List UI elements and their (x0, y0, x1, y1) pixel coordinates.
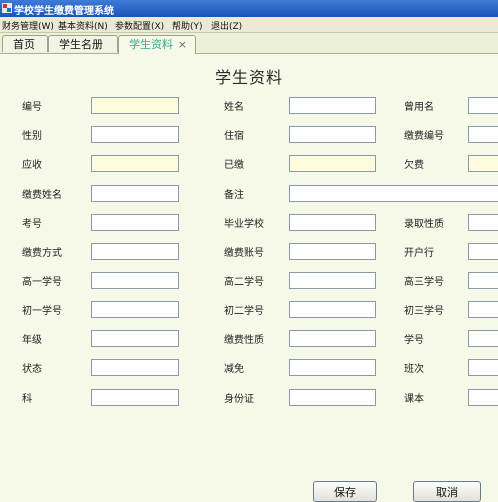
payment-no-field[interactable] (468, 126, 498, 143)
reduction-field[interactable] (289, 359, 376, 376)
id-card-field[interactable] (289, 389, 376, 406)
close-icon[interactable]: × (178, 36, 187, 53)
menu-exit[interactable]: 退出(Z) (211, 19, 242, 32)
cancel-button[interactable]: 取消 (413, 481, 481, 502)
title-bar: 学校学生缴费管理系统 (0, 0, 498, 17)
tab-home[interactable]: 首页 (2, 35, 48, 52)
label-g8-no: 初二学号 (224, 306, 264, 317)
menu-finance[interactable]: 财务管理(W) (2, 19, 54, 32)
subject-field[interactable] (91, 389, 179, 406)
label-lodging: 住宿 (224, 131, 244, 142)
tab-student-roster[interactable]: 学生名册 (48, 35, 118, 52)
label-former-name: 曾用名 (404, 102, 434, 113)
gender-field[interactable] (91, 126, 179, 143)
payment-account-field[interactable] (289, 243, 376, 260)
payer-name-field[interactable] (91, 185, 179, 202)
menu-basic-info[interactable]: 基本资料(N) (58, 19, 108, 32)
label-arrears: 欠费 (404, 160, 424, 171)
label-g7-no: 初一学号 (22, 306, 62, 317)
label-receivable: 应收 (22, 160, 42, 171)
window-title: 学校学生缴费管理系统 (14, 6, 114, 17)
remark-field[interactable] (289, 185, 498, 202)
menu-config[interactable]: 参数配置(X) (115, 19, 164, 32)
g8-no-field[interactable] (289, 301, 376, 318)
tab-student-info[interactable]: 学生资料 × (118, 35, 196, 54)
label-payment-method: 缴费方式 (22, 248, 62, 259)
label-g12-no: 高三学号 (404, 277, 444, 288)
bank-field[interactable] (468, 243, 498, 260)
payment-method-field[interactable] (91, 243, 179, 260)
label-paid: 已缴 (224, 160, 244, 171)
label-id-card: 身份证 (224, 394, 254, 405)
label-payer-name: 缴费姓名 (22, 190, 62, 201)
label-payment-no: 缴费编号 (404, 131, 444, 142)
label-g10-no: 高一学号 (22, 277, 62, 288)
label-exam-no: 考号 (22, 219, 42, 230)
label-g9-no: 初三学号 (404, 306, 444, 317)
app-icon (2, 3, 12, 13)
menu-bar: 财务管理(W) 基本资料(N) 参数配置(X) 帮助(Y) 退出(Z) (0, 17, 498, 33)
tab-bar: 首页 学生名册 学生资料 × (0, 33, 498, 54)
label-admission-type: 录取性质 (404, 219, 444, 230)
tab-student-roster-label: 学生名册 (59, 38, 103, 51)
label-graduated-school: 毕业学校 (224, 219, 264, 230)
lodging-field[interactable] (289, 126, 376, 143)
label-name: 姓名 (224, 102, 244, 113)
g7-no-field[interactable] (91, 301, 179, 318)
menu-help[interactable]: 帮助(Y) (172, 19, 203, 32)
g11-no-field[interactable] (289, 272, 376, 289)
label-subject: 科 (22, 394, 32, 405)
label-class: 班次 (404, 364, 424, 375)
tab-home-label: 首页 (13, 38, 35, 51)
label-student-no: 学号 (404, 335, 424, 346)
textbook-field[interactable] (468, 389, 498, 406)
label-textbook: 课本 (404, 394, 424, 405)
label-payment-account: 缴费账号 (224, 248, 264, 259)
name-field[interactable] (289, 97, 376, 114)
former-name-field[interactable] (468, 97, 498, 114)
tab-student-info-label: 学生资料 (129, 38, 173, 51)
admission-type-field[interactable] (468, 214, 498, 231)
status-field[interactable] (91, 359, 179, 376)
label-reduction: 减免 (224, 364, 244, 375)
exam-no-field[interactable] (91, 214, 179, 231)
grade-field[interactable] (91, 330, 179, 347)
student-no-field[interactable] (468, 330, 498, 347)
label-remark: 备注 (224, 190, 244, 201)
g12-no-field[interactable] (468, 272, 498, 289)
id-field[interactable] (91, 97, 179, 114)
payment-type-field[interactable] (289, 330, 376, 347)
g10-no-field[interactable] (91, 272, 179, 289)
label-bank: 开户行 (404, 248, 434, 259)
g9-no-field[interactable] (468, 301, 498, 318)
graduated-school-field[interactable] (289, 214, 376, 231)
class-field[interactable] (468, 359, 498, 376)
receivable-field[interactable] (91, 155, 179, 172)
page-title: 学生资料 (214, 68, 283, 87)
label-gender: 性别 (22, 131, 42, 142)
label-status: 状态 (22, 364, 42, 375)
arrears-field[interactable] (468, 155, 498, 172)
paid-field[interactable] (289, 155, 376, 172)
label-grade: 年级 (22, 335, 42, 346)
label-g11-no: 高二学号 (224, 277, 264, 288)
save-button[interactable]: 保存 (313, 481, 377, 502)
label-payment-type: 缴费性质 (224, 335, 264, 346)
label-id: 编号 (22, 102, 42, 113)
